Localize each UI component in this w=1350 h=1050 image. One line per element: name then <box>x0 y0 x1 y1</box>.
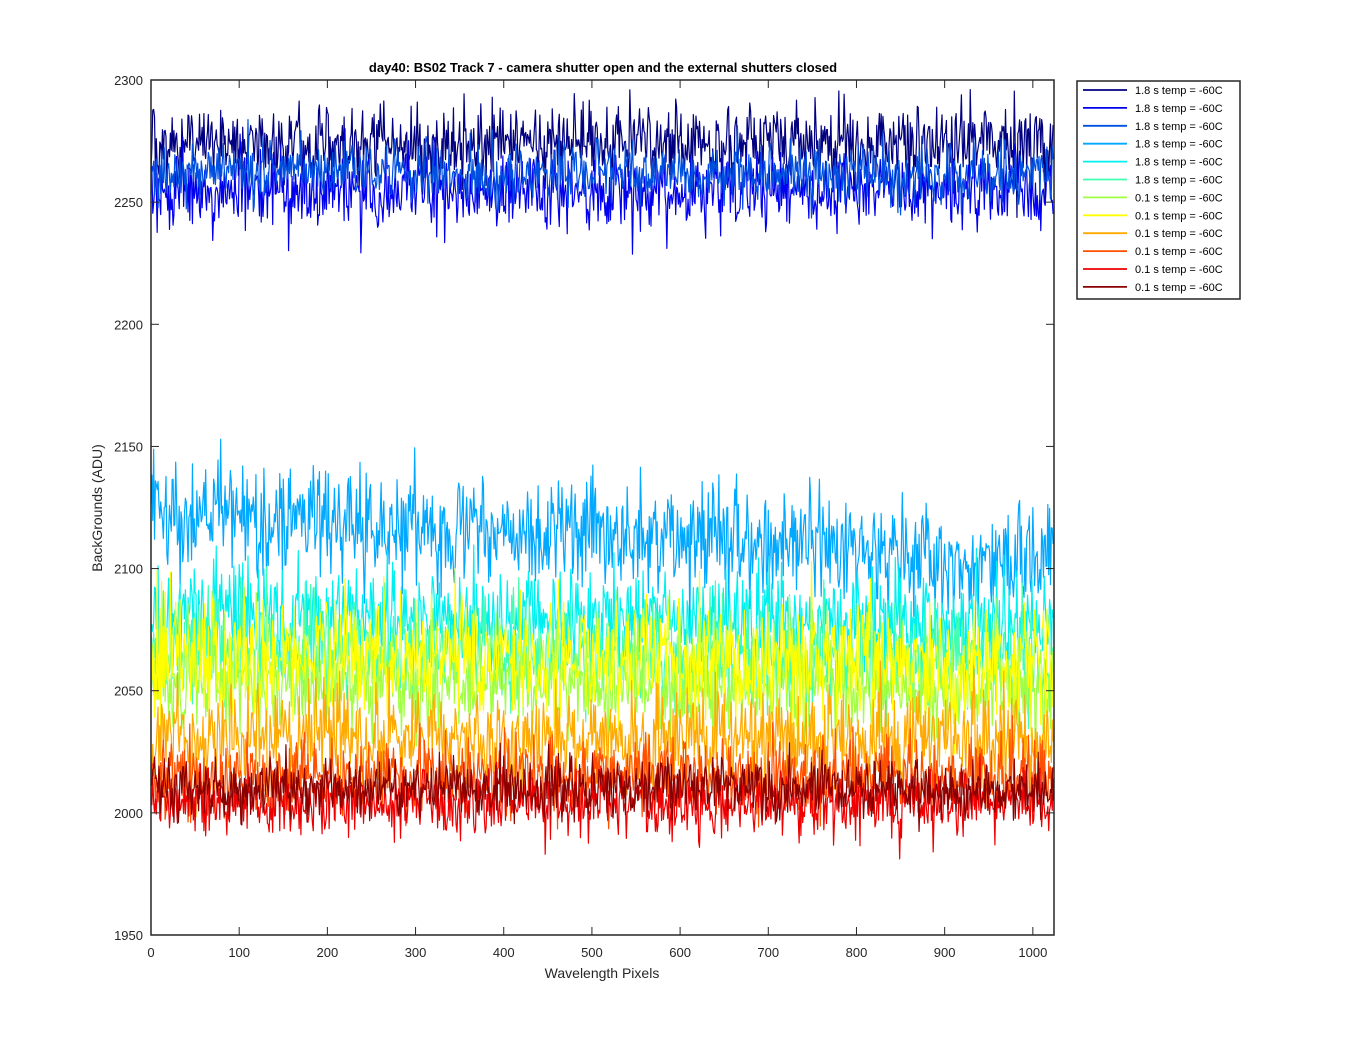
chart-title: day40: BS02 Track 7 - camera shutter ope… <box>369 60 837 75</box>
x-tick-label: 0 <box>147 945 154 960</box>
y-axis-label: BackGrounds (ADU) <box>89 444 105 572</box>
legend-label: 1.8 s temp = -60C <box>1135 157 1223 169</box>
legend-label: 0.1 s temp = -60C <box>1135 228 1223 240</box>
legend-label: 0.1 s temp = -60C <box>1135 210 1223 222</box>
legend: 1.8 s temp = -60C 1.8 s temp = -60C 1.8 s … <box>1076 80 1241 300</box>
legend-label: 0.1 s temp = -60C <box>1135 246 1223 258</box>
y-tick-label: 2150 <box>114 439 143 454</box>
legend-label: 1.8 s temp = -60C <box>1135 175 1223 187</box>
legend-label: 0.1 s temp = -60C <box>1135 264 1223 276</box>
x-tick-label: 500 <box>581 945 603 960</box>
x-tick-label: 400 <box>493 945 515 960</box>
legend-label: 1.8 s temp = -60C <box>1135 121 1223 133</box>
x-tick-label: 900 <box>934 945 956 960</box>
y-tick-label: 2050 <box>114 684 143 699</box>
x-tick-label: 100 <box>228 945 250 960</box>
legend-label: 1.8 s temp = -60C <box>1135 85 1223 97</box>
x-tick-label: 200 <box>317 945 339 960</box>
y-tick-label: 2200 <box>114 317 143 332</box>
chart: day40: BS02 Track 7 - camera shutter ope… <box>0 0 1350 1050</box>
x-tick-label: 800 <box>846 945 868 960</box>
y-tick-label: 2300 <box>114 73 143 88</box>
plot-area <box>150 79 1055 936</box>
x-tick-label: 1000 <box>1018 945 1047 960</box>
x-axis-label: Wavelength Pixels <box>545 965 660 981</box>
y-tick-label: 2000 <box>114 806 143 821</box>
legend-label: 0.1 s temp = -60C <box>1135 282 1223 294</box>
y-tick-label: 1950 <box>114 928 143 943</box>
x-tick-label: 600 <box>669 945 691 960</box>
x-tick-label: 700 <box>757 945 779 960</box>
legend-label: 1.8 s temp = -60C <box>1135 139 1223 151</box>
legend-label: 1.8 s temp = -60C <box>1135 103 1223 115</box>
y-tick-label: 2100 <box>114 562 143 577</box>
legend-label: 0.1 s temp = -60C <box>1135 192 1223 204</box>
y-tick-label: 2250 <box>114 195 143 210</box>
x-tick-label: 300 <box>405 945 427 960</box>
